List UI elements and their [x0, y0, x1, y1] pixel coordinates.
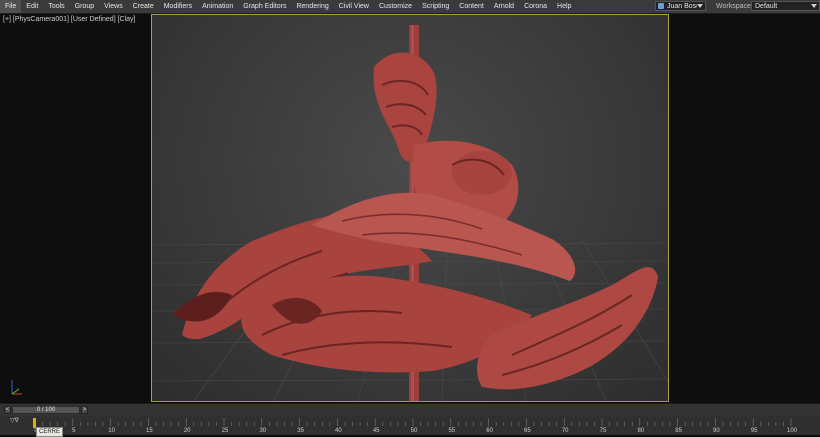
menu-item-edit[interactable]: Edit	[21, 0, 43, 13]
menu-item-arnold[interactable]: Arnold	[489, 0, 519, 13]
timeline-tick-label: 70	[562, 428, 569, 434]
menu-item-modifiers[interactable]: Modifiers	[159, 0, 197, 13]
timeline-tick-label: 90	[713, 428, 720, 434]
timeline-tick-label: 5	[72, 428, 76, 434]
menu-item-group[interactable]: Group	[70, 0, 99, 13]
timeline-tick-label: 30	[259, 428, 266, 434]
track-bar[interactable]: 0510152025303540455055606570758085909510…	[0, 416, 820, 437]
timeline-tick-label: 40	[335, 428, 342, 434]
menu-item-rendering[interactable]: Rendering	[291, 0, 333, 13]
chevron-down-icon	[697, 4, 703, 8]
timeline-tick-label: 45	[373, 428, 380, 434]
menu-item-content[interactable]: Content	[454, 0, 489, 13]
workspace-dropdown[interactable]: Default	[751, 1, 820, 11]
axis-tripod-icon	[11, 380, 22, 395]
viewport[interactable]: [+] [PhysCamera001] [User Defined] [Clay…	[0, 14, 820, 402]
time-slider-prev-button[interactable]: <	[4, 406, 11, 414]
menu-items: File Edit Tools Group Views Create Modifiers An…	[0, 0, 576, 13]
menu-item-file[interactable]: File	[0, 0, 22, 13]
timeline-tick-label: 75	[600, 428, 607, 434]
timeline-ruler[interactable]: 0510152025303540455055606570758085909510…	[0, 416, 820, 435]
menu-item-views[interactable]: Views	[99, 0, 128, 13]
menu-bar: File Edit Tools Group Views Create Modifiers An…	[0, 0, 820, 14]
menu-item-tools[interactable]: Tools	[43, 0, 69, 13]
time-slider[interactable]: < 0 / 100 >	[0, 403, 820, 417]
timeline-tick-label: 100	[787, 428, 798, 434]
timeline-tick-label: 15	[146, 428, 153, 434]
camera-safe-frame[interactable]	[151, 14, 669, 402]
timeline-tick-label: 10	[108, 428, 115, 434]
menu-item-help[interactable]: Help	[552, 0, 576, 13]
timeline-tick-label: 35	[297, 428, 304, 434]
menu-item-graph-editors[interactable]: Graph Editors	[238, 0, 291, 13]
time-slider-next-button[interactable]: >	[81, 406, 88, 414]
menu-item-civil-view[interactable]: Civil View	[334, 0, 374, 13]
clay-figure	[172, 25, 658, 401]
timeline-tick-label: 50	[411, 428, 418, 434]
menu-item-animation[interactable]: Animation	[197, 0, 238, 13]
scene-render[interactable]	[152, 15, 669, 402]
user-account-dropdown[interactable]: Juan Bosco ...	[655, 1, 706, 11]
user-account-label: Juan Bosco ...	[667, 2, 697, 10]
timeline-tick-label: 60	[486, 428, 493, 434]
timeline-tick-label: 80	[637, 428, 644, 434]
timeline-tick-label: 95	[751, 428, 758, 434]
menu-item-create[interactable]: Create	[128, 0, 159, 13]
timeline-tick-label: 55	[448, 428, 455, 434]
key-mode-icon[interactable]: ▽∇	[10, 417, 19, 424]
timeline-tick-label: 85	[675, 428, 682, 434]
menu-item-scripting[interactable]: Scripting	[417, 0, 454, 13]
user-avatar-icon	[658, 3, 664, 9]
timeline-tick-label: 65	[524, 428, 531, 434]
menu-item-customize[interactable]: Customize	[374, 0, 417, 13]
chevron-down-icon	[811, 4, 817, 8]
menu-item-corona[interactable]: Corona	[519, 0, 552, 13]
time-slider-thumb[interactable]: 0 / 100	[12, 406, 80, 414]
workspace-value: Default	[755, 2, 778, 10]
viewport-label[interactable]: [+] [PhysCamera001] [User Defined] [Clay…	[3, 16, 135, 23]
timeline-tick-label: 20	[184, 428, 191, 434]
tooltip: CERRE	[36, 427, 64, 437]
timeline-tick-label: 25	[222, 428, 229, 434]
